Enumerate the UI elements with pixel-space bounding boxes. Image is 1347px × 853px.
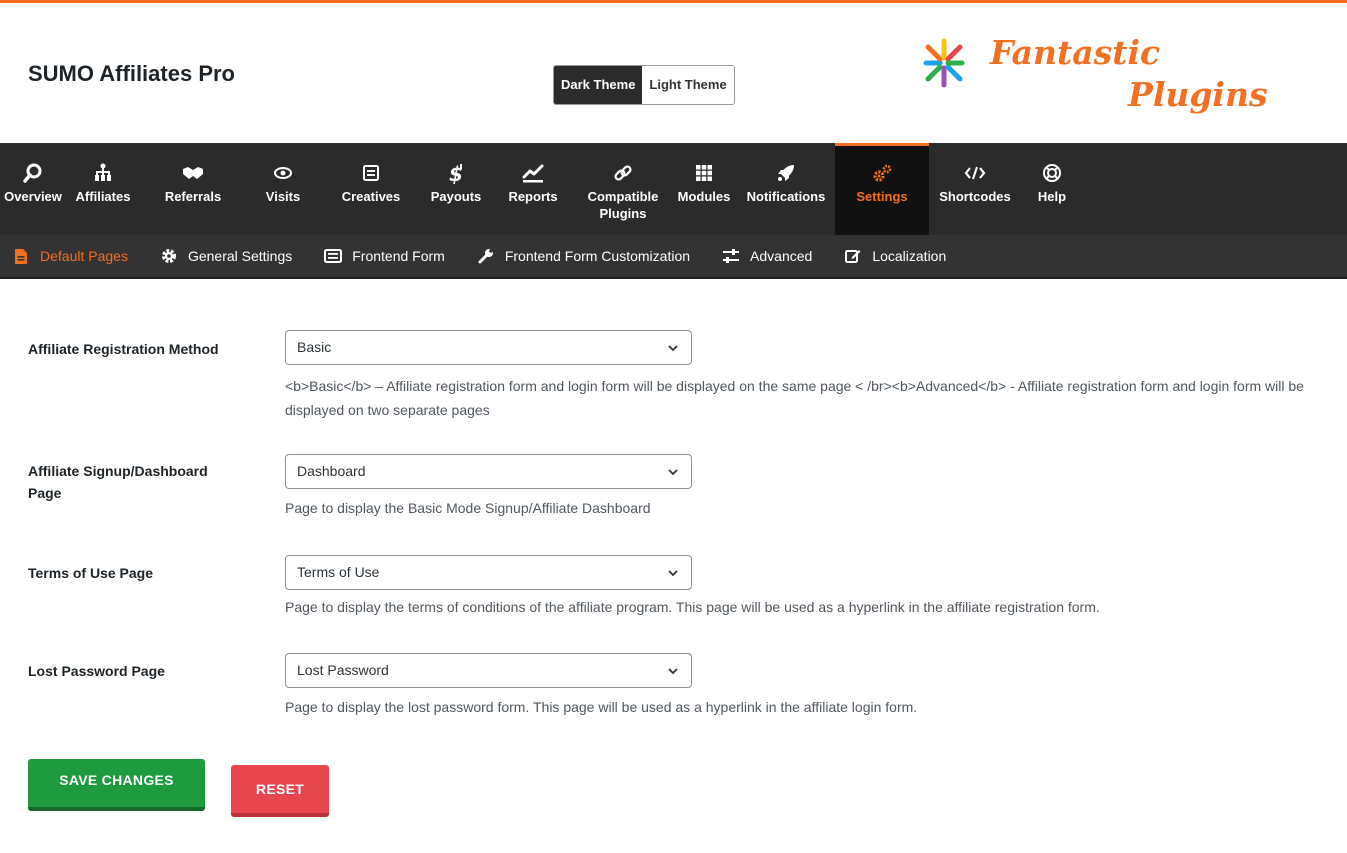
nav-label: Creatives [341, 189, 401, 204]
org-chart-icon [93, 161, 113, 185]
nav-item-settings[interactable]: Settings [835, 143, 929, 235]
edit-icon [844, 248, 862, 264]
chevron-down-icon [668, 345, 678, 352]
chevron-down-icon [668, 570, 678, 577]
document-icon [12, 248, 30, 264]
nav-label: Help [1037, 189, 1067, 204]
subnav-frontend-form[interactable]: Frontend Form [324, 248, 445, 264]
nav-label: Referrals [164, 189, 222, 204]
subnav-localization[interactable]: Localization [844, 248, 946, 264]
header: SUMO Affiliates Pro Dark Theme Light The… [0, 3, 1347, 143]
nav-item-referrals[interactable]: Referrals [153, 143, 233, 235]
nav-label: Modules [677, 189, 731, 204]
chevron-down-icon [668, 668, 678, 675]
nav-label: Overview [4, 189, 62, 204]
select-value: Dashboard [297, 463, 366, 479]
subnav-label: Localization [872, 248, 947, 264]
nav-label: Notifications [746, 189, 826, 204]
handshake-icon [182, 161, 204, 185]
gears-icon [871, 161, 893, 185]
nav-item-payouts[interactable]: $ Payouts [421, 143, 491, 235]
nav-item-compatible-plugins[interactable]: Compatible Plugins [577, 143, 669, 235]
app-title: SUMO Affiliates Pro [28, 61, 235, 86]
line-chart-icon [522, 161, 544, 185]
registration-method-select[interactable]: Basic [285, 330, 692, 365]
nav-item-reports[interactable]: Reports [501, 143, 565, 235]
sliders-icon [722, 248, 740, 264]
nav-item-help[interactable]: Help [1027, 143, 1077, 235]
search-icon [23, 161, 43, 185]
nav-label: Affiliates [75, 189, 131, 204]
subnav-label: Frontend Form [352, 248, 445, 264]
rocket-icon [776, 161, 796, 185]
chevron-down-icon [668, 469, 678, 476]
nav-label: Reports [508, 189, 558, 204]
subnav-default-pages[interactable]: Default Pages [12, 248, 128, 264]
save-changes-button[interactable]: SAVE CHANGES [28, 759, 205, 811]
subnav-general-settings[interactable]: General Settings [160, 248, 292, 264]
subnav-label: Default Pages [40, 248, 128, 264]
nav-item-affiliates[interactable]: Affiliates [68, 143, 138, 235]
nav-item-overview[interactable]: Overview [0, 143, 66, 235]
field-label: Affiliate Registration Method [28, 341, 219, 357]
theme-switch[interactable]: Dark Theme Light Theme [553, 65, 735, 105]
terms-of-use-page-select[interactable]: Terms of Use [285, 555, 692, 590]
field-description: Page to display the terms of conditions … [285, 599, 1100, 615]
link-icon [613, 161, 633, 185]
lifebuoy-icon [1042, 161, 1062, 185]
nav-label: Compatible Plugins [587, 189, 659, 221]
field-description: <b>Basic</b> – Affiliate registration fo… [285, 378, 1304, 418]
wrench-icon [477, 248, 495, 264]
code-icon [964, 161, 986, 185]
logo-text-line1: Fantastic [990, 33, 1161, 72]
eye-icon [273, 161, 293, 185]
nav-item-shortcodes[interactable]: Shortcodes [931, 143, 1019, 235]
subnav-label: General Settings [187, 248, 293, 264]
dollar-icon: $ [446, 161, 466, 185]
logo-text-line2: Plugins [1128, 75, 1268, 114]
field-description: Page to display the lost password form. … [285, 699, 918, 715]
select-value: Terms of Use [297, 564, 380, 580]
signup-dashboard-page-select[interactable]: Dashboard [285, 454, 692, 489]
field-label: Affiliate Signup/Dashboard Page [28, 463, 208, 501]
grid-icon [695, 161, 713, 185]
lost-password-page-select[interactable]: Lost Password [285, 653, 692, 688]
form-icon [324, 248, 343, 264]
field-label: Lost Password Page [28, 663, 165, 679]
select-value: Lost Password [297, 662, 389, 678]
fantastic-plugins-logo: Fantastic Plugins [918, 33, 1298, 123]
nav-label: Settings [856, 189, 908, 204]
nav-label: Visits [265, 189, 301, 204]
settings-subnav: Default Pages General Settings Frontend … [0, 235, 1347, 279]
image-frame-icon [362, 161, 380, 185]
field-label: Terms of Use Page [28, 565, 154, 581]
nav-item-notifications[interactable]: Notifications [737, 143, 835, 235]
dark-theme-button[interactable]: Dark Theme [554, 66, 643, 104]
main-navigation: Overview Affiliates Referrals Visits Cre… [0, 143, 1347, 235]
select-value: Basic [297, 339, 332, 355]
subnav-frontend-form-customization[interactable]: Frontend Form Customization [477, 248, 690, 264]
nav-item-visits[interactable]: Visits [253, 143, 313, 235]
nav-item-creatives[interactable]: Creatives [331, 143, 411, 235]
subnav-advanced[interactable]: Advanced [722, 248, 812, 264]
field-description: Page to display the Basic Mode Signup/Af… [285, 500, 651, 516]
light-theme-button[interactable]: Light Theme [642, 66, 734, 104]
nav-item-modules[interactable]: Modules [673, 143, 735, 235]
starburst-logo-icon [923, 38, 965, 88]
nav-label: Payouts [430, 189, 482, 204]
gear-icon [160, 248, 178, 264]
reset-button[interactable]: RESET [231, 765, 329, 817]
nav-label: Shortcodes [939, 189, 1011, 204]
subnav-label: Advanced [750, 248, 813, 264]
subnav-label: Frontend Form Customization [504, 248, 691, 264]
